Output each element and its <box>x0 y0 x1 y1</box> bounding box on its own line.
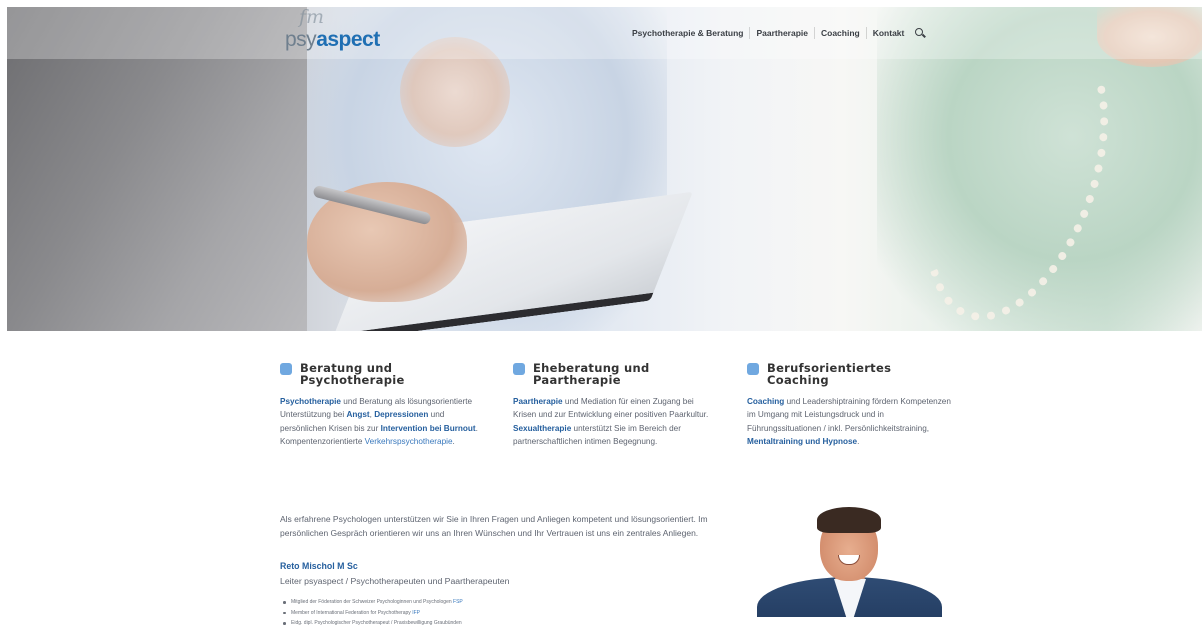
credential-text: Mitglied der Föderation der Schweizer Ps… <box>291 599 454 605</box>
service-column-paartherapie: Eheberatung und Paartherapie Paartherapi… <box>513 362 718 449</box>
body-text: . <box>452 437 455 447</box>
logo[interactable]: psyaspect <box>285 28 380 52</box>
service-column-psychotherapie: Beratung und Psychotherapie Psychotherap… <box>280 362 485 449</box>
inline-link[interactable]: Depressionen <box>374 410 428 419</box>
header-veil <box>7 7 1202 59</box>
inline-link[interactable]: Intervention bei Burnout <box>381 424 476 433</box>
therapist-portrait <box>757 505 942 617</box>
service-heading-text: Eheberatung und Paartherapie <box>533 362 650 386</box>
list-item: Eidg. dipl. Psychologischer Psychotherap… <box>283 618 463 629</box>
bullet-square-icon <box>513 363 525 375</box>
credential-link[interactable]: IFP <box>412 610 420 616</box>
inline-link[interactable]: Psychotherapie <box>280 397 341 406</box>
heading-line: Psychotherapie <box>300 373 405 387</box>
nav-item-psychotherapie[interactable]: Psychotherapie & Beratung <box>626 25 749 41</box>
service-description: Paartherapie und Mediation für einen Zug… <box>513 395 718 449</box>
logo-script: fm <box>299 6 325 28</box>
credentials-list: Mitglied der Föderation der Schweizer Ps… <box>283 597 463 629</box>
service-description: Coaching und Leadershiptraining fördern … <box>747 395 952 449</box>
service-heading: Beratung und Psychotherapie <box>280 362 485 386</box>
service-heading-text: Berufsorientiertes Coaching <box>767 361 892 387</box>
credential-text: Member of International Federation for P… <box>291 609 413 616</box>
hero-image <box>7 7 1202 331</box>
logo-part-psy: psy <box>285 28 317 51</box>
inline-link[interactable]: Verkehrspsychotherapie <box>365 437 453 446</box>
nav-item-kontakt[interactable]: Kontakt <box>867 25 911 41</box>
service-heading-text: Beratung und Psychotherapie <box>300 362 405 386</box>
service-heading: Berufsorientiertes Coaching <box>747 362 952 386</box>
nav-item-coaching[interactable]: Coaching <box>815 25 866 41</box>
service-description: Psychotherapie und Beratung als lösungso… <box>280 395 485 449</box>
inline-link[interactable]: Angst <box>346 410 369 419</box>
list-item: Mitglied der Föderation der Schweizer Ps… <box>283 597 463 608</box>
inline-link[interactable]: Coaching <box>747 397 784 406</box>
search-icon[interactable] <box>914 27 926 39</box>
main-nav: Psychotherapie & Beratung Paartherapie C… <box>626 25 926 41</box>
inline-link[interactable]: Paartherapie <box>513 397 563 406</box>
body-text: . <box>857 437 860 447</box>
therapist-name-link[interactable]: Reto Mischol M Sc <box>280 561 358 571</box>
credential-link[interactable]: FSP <box>453 599 463 605</box>
therapist-role: Leiter psyaspect / Psychotherapeuten und… <box>280 576 510 586</box>
bullet-square-icon <box>280 363 292 375</box>
bullet-square-icon <box>747 363 759 375</box>
heading-line: Paartherapie <box>533 373 621 387</box>
inline-link[interactable]: Sexualtherapie <box>513 424 571 433</box>
intro-text: Als erfahrene Psychologen unterstützen w… <box>280 514 708 538</box>
portrait-hair <box>817 507 881 533</box>
service-column-coaching: Berufsorientiertes Coaching Coaching und… <box>747 362 952 449</box>
credential-text: Eidg. dipl. Psychologischer Psychotherap… <box>291 620 462 626</box>
list-item: Member of International Federation for P… <box>283 608 463 619</box>
service-heading: Eheberatung und Paartherapie <box>513 362 718 386</box>
inline-link[interactable]: Mentaltraining und Hypnose <box>747 437 857 446</box>
nav-item-paartherapie[interactable]: Paartherapie <box>750 25 814 41</box>
logo-part-aspect: aspect <box>316 28 380 51</box>
